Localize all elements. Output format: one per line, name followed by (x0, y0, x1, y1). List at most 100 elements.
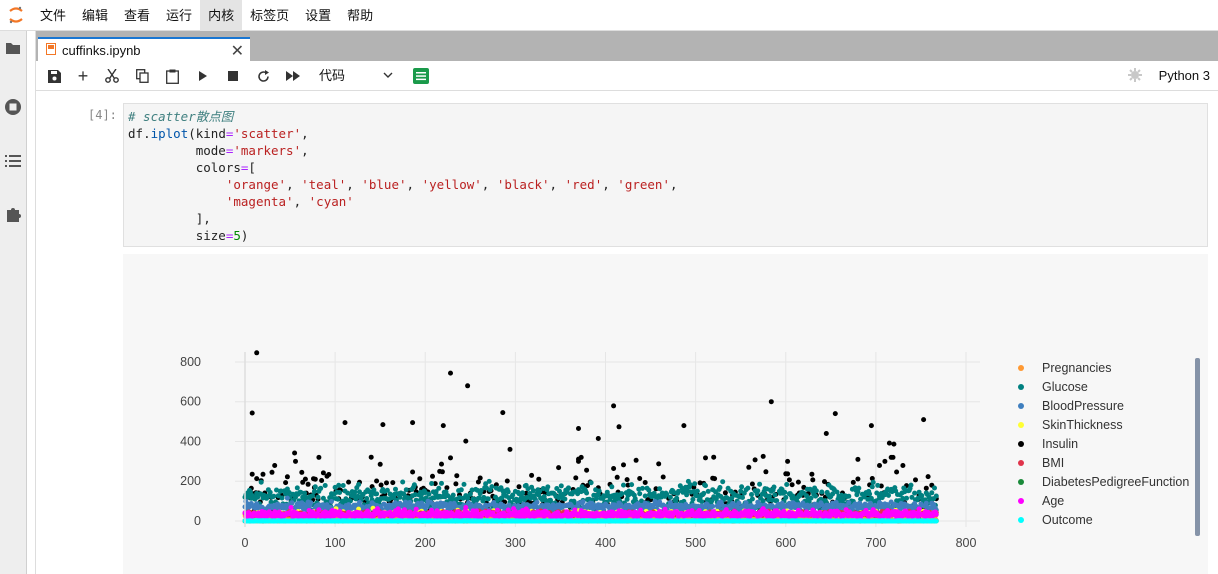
code-token: , (481, 177, 497, 192)
scatter-point (900, 463, 906, 468)
scatter-point (624, 477, 630, 483)
menu-item[interactable]: 编辑 (74, 0, 116, 31)
menu-item[interactable]: 运行 (158, 0, 200, 31)
code-token: [ (248, 160, 256, 175)
scatter-point (299, 469, 305, 475)
code-line: 'magenta', 'cyan' (128, 193, 1203, 210)
menu-item[interactable]: 帮助 (339, 0, 381, 31)
scatter-point (745, 485, 751, 491)
scatter-point (410, 420, 416, 426)
scatter-point (485, 496, 491, 502)
save-icon[interactable] (45, 67, 63, 85)
code-token: 'blue' (361, 177, 407, 192)
chevron-down-icon[interactable] (383, 66, 393, 86)
x-tick-label: 500 (685, 536, 706, 550)
scatter-point (720, 479, 726, 485)
paste-icon[interactable] (163, 67, 181, 85)
code-cell-editor[interactable]: # scatter散点图 df.iplot(kind='scatter', mod… (123, 103, 1208, 247)
scatter-point (534, 499, 540, 505)
code-token: 'cyan' (308, 194, 354, 209)
scatter-point (660, 474, 666, 480)
kernel-name[interactable]: Python 3 (1159, 68, 1210, 83)
menu-item[interactable]: 标签页 (242, 0, 297, 31)
notebook-file-icon (46, 42, 56, 58)
scatter-point (611, 466, 617, 471)
scatter-point (440, 423, 446, 429)
tab-notebook[interactable]: cuffinks.ipynb ✕ (38, 37, 250, 61)
scatter-point (305, 481, 311, 487)
scatter-point (448, 455, 453, 461)
code-token: 'teal' (301, 177, 347, 192)
scatter-point (921, 417, 927, 423)
left-sidebar (0, 31, 27, 574)
code-token: # scatter散点图 (128, 109, 234, 124)
code-token: , (301, 126, 309, 141)
scatter-point (380, 422, 386, 428)
scatter-point (356, 482, 362, 487)
panel-divider[interactable] (27, 31, 36, 574)
scatter-point (783, 495, 789, 500)
scatter-point (576, 458, 581, 464)
scatter-point (755, 488, 761, 494)
scatter-point (312, 476, 318, 482)
code-token: 'magenta' (225, 194, 294, 209)
scatter-point (272, 463, 278, 468)
menu-item[interactable]: 文件 (32, 0, 74, 31)
scatter-point (249, 410, 255, 416)
scatter-point (439, 480, 444, 486)
code-token: 'scatter' (233, 126, 302, 141)
scatter-point (346, 479, 352, 485)
code-token: iplot (150, 126, 189, 141)
menu-item[interactable]: 设置 (297, 0, 339, 31)
add-cell-icon[interactable]: + (74, 66, 92, 86)
table-of-contents-icon[interactable] (4, 152, 22, 170)
code-token: , (669, 177, 678, 192)
stop-icon[interactable] (224, 67, 242, 85)
x-tick-label: 300 (505, 536, 526, 550)
kernel-status-icon (1128, 68, 1142, 85)
scatter-point (772, 492, 778, 498)
output-area: 0 200 400 600 800 0 100 200 300 400 500 600 700 800 P… (123, 254, 1208, 574)
extension-puzzle-icon[interactable] (4, 205, 22, 223)
close-icon[interactable]: ✕ (231, 41, 244, 61)
folder-icon[interactable] (4, 39, 22, 57)
scatter-point (891, 441, 897, 447)
jupyter-logo-icon[interactable] (0, 0, 32, 31)
scatter-point (293, 458, 298, 464)
scatter-point (596, 488, 602, 494)
restart-icon[interactable] (254, 67, 272, 85)
fast-forward-icon[interactable] (284, 67, 302, 85)
scatter-point (932, 485, 937, 491)
scatter-point (566, 485, 571, 491)
running-sessions-icon[interactable] (4, 98, 22, 116)
menu-item[interactable]: 查看 (116, 0, 158, 31)
scatter-point (556, 465, 562, 471)
run-icon[interactable] (194, 67, 212, 85)
x-tick-label: 200 (415, 536, 436, 550)
scatter-point (701, 490, 707, 496)
scatter-point (711, 454, 717, 460)
menu-item[interactable]: 内核 (200, 0, 243, 31)
scatter-point (477, 475, 483, 481)
copy-icon[interactable] (133, 67, 151, 85)
property-inspector-icon[interactable] (412, 67, 430, 85)
scatter-point (505, 489, 511, 495)
code-line: 'orange', 'teal', 'blue', 'yellow', 'bla… (128, 176, 1203, 193)
scatter-point (768, 399, 774, 405)
cut-icon[interactable] (103, 67, 121, 85)
scatter-point (722, 490, 728, 496)
scatter-point (584, 490, 590, 496)
code-token: . (143, 126, 151, 141)
scatter-point (284, 495, 290, 501)
code-token: , (346, 177, 362, 192)
code-token: , (301, 143, 309, 158)
scatter-point (667, 494, 673, 500)
scatter-point (426, 491, 432, 497)
scatter-point (629, 482, 635, 488)
code-token: , (602, 177, 618, 192)
code-token: (kind (188, 126, 226, 141)
scatter-point (340, 483, 346, 488)
scatter-point (254, 476, 260, 482)
scatter-point (619, 491, 625, 497)
